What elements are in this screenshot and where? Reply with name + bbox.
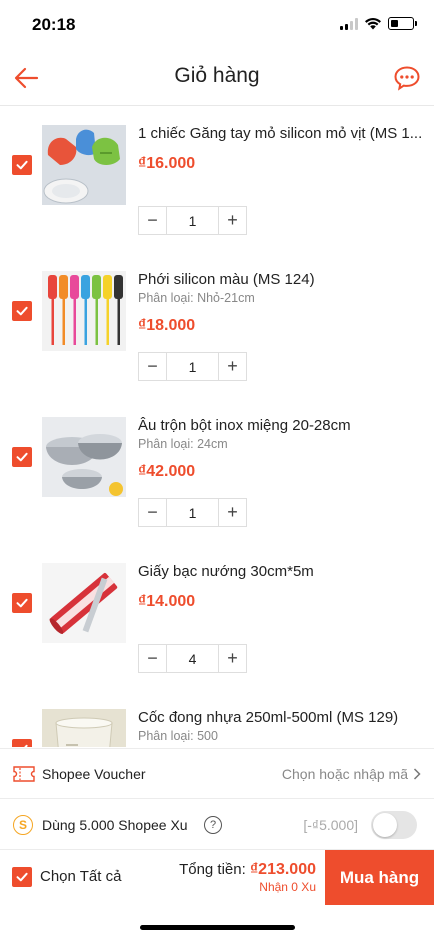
item-checkbox[interactable]: [12, 447, 32, 467]
chat-icon: [394, 66, 420, 91]
chevron-right-icon: [413, 768, 421, 780]
decrease-quantity-button[interactable]: −: [139, 353, 166, 380]
page-title: Giỏ hàng: [174, 64, 260, 87]
coins-label: Dùng 5.000 Shopee Xu: [42, 817, 188, 833]
total-price: Tổng tiền: ₫213.000: [179, 861, 316, 879]
product-image-silicone-gloves[interactable]: [42, 125, 126, 205]
quantity-value[interactable]: 1: [166, 207, 219, 234]
total-amount: ₫213.000: [249, 861, 316, 878]
buy-button[interactable]: Mua hàng: [325, 850, 434, 905]
item-checkbox[interactable]: [12, 155, 32, 175]
product-image-steel-mixing-bowls[interactable]: [42, 417, 126, 497]
item-price: ₫18.000: [138, 317, 196, 334]
increase-quantity-button[interactable]: +: [219, 499, 246, 526]
battery-icon: [388, 17, 417, 30]
decrease-quantity-button[interactable]: −: [139, 645, 166, 672]
check-icon: [16, 872, 28, 882]
quantity-stepper: − 1 +: [138, 498, 247, 527]
item-variant[interactable]: Phân loại: Nhỏ-21cm: [138, 291, 255, 305]
voucher-ticket-icon: [13, 766, 35, 782]
status-icons: [340, 17, 417, 30]
increase-quantity-button[interactable]: +: [219, 207, 246, 234]
item-title[interactable]: Phới silicon màu (MS 124): [138, 271, 426, 288]
wifi-icon: [365, 17, 381, 30]
help-icon[interactable]: ?: [204, 816, 222, 834]
coins-discount: [-₫5.000]: [303, 817, 358, 833]
check-icon: [24, 744, 28, 747]
check-icon: [16, 306, 28, 316]
item-title[interactable]: Giấy bạc nướng 30cm*5m: [138, 563, 426, 580]
shopee-coins-row: S Dùng 5.000 Shopee Xu ? [-₫5.000]: [0, 800, 434, 850]
shopee-voucher-row[interactable]: Shopee Voucher Chọn hoặc nhập mã: [0, 748, 434, 799]
shopee-coin-icon: S: [13, 815, 33, 835]
select-all-label[interactable]: Chọn Tất cả: [40, 868, 121, 885]
voucher-label: Shopee Voucher: [42, 766, 146, 782]
item-title[interactable]: Âu trộn bột inox miệng 20-28cm: [138, 417, 426, 434]
item-checkbox[interactable]: [12, 301, 32, 321]
quantity-stepper: − 1 +: [138, 206, 247, 235]
cart-item[interactable]: 1 chiếc Găng tay mỏ silicon mỏ vịt (MS 1…: [0, 107, 434, 253]
increase-quantity-button[interactable]: +: [219, 645, 246, 672]
cart-item[interactable]: Âu trộn bột inox miệng 20-28cm Phân loại…: [0, 399, 434, 545]
item-checkbox[interactable]: [12, 593, 32, 613]
decrease-quantity-button[interactable]: −: [139, 499, 166, 526]
item-variant[interactable]: Phân loại: 24cm: [138, 437, 228, 451]
check-icon: [16, 452, 28, 462]
item-title[interactable]: 1 chiếc Găng tay mỏ silicon mỏ vịt (MS 1…: [138, 125, 426, 142]
status-bar: 20:18: [0, 0, 434, 50]
product-image-silicone-spatulas[interactable]: [42, 271, 126, 351]
coins-earned: Nhận 0 Xu: [259, 880, 316, 894]
quantity-stepper: − 4 +: [138, 644, 247, 673]
item-variant[interactable]: Phân loại: 500: [138, 729, 218, 743]
quantity-value[interactable]: 4: [166, 645, 219, 672]
item-price: ₫42.000: [138, 463, 196, 480]
item-price: ₫16.000: [138, 155, 196, 172]
quantity-value[interactable]: 1: [166, 499, 219, 526]
decrease-quantity-button[interactable]: −: [139, 207, 166, 234]
cart-item[interactable]: Phới silicon màu (MS 124) Phân loại: Nhỏ…: [0, 253, 434, 399]
status-time: 20:18: [32, 15, 76, 34]
quantity-value[interactable]: 1: [166, 353, 219, 380]
cart-item[interactable]: Cốc đong nhựa 250ml-500ml (MS 129) Phân …: [0, 691, 434, 747]
item-price: ₫14.000: [138, 593, 196, 610]
chat-button[interactable]: [392, 63, 422, 93]
check-icon: [16, 160, 28, 170]
cart-item[interactable]: Giấy bạc nướng 30cm*5m ₫14.000 − 4 +: [0, 545, 434, 691]
toggle-knob: [373, 813, 397, 837]
item-title[interactable]: Cốc đong nhựa 250ml-500ml (MS 129): [138, 709, 426, 726]
home-indicator[interactable]: [140, 925, 295, 930]
quantity-stepper: − 1 +: [138, 352, 247, 381]
cellular-signal-icon: [340, 17, 358, 30]
checkout-bar: Chọn Tất cả Tổng tiền: ₫213.000 Nhận 0 X…: [0, 850, 434, 905]
total-label: Tổng tiền:: [179, 861, 246, 878]
check-icon: [16, 598, 28, 608]
item-checkbox[interactable]: [12, 739, 32, 747]
select-all-checkbox[interactable]: [12, 867, 32, 887]
voucher-select-link[interactable]: Chọn hoặc nhập mã: [282, 766, 408, 782]
product-image-measuring-cup[interactable]: [42, 709, 126, 747]
increase-quantity-button[interactable]: +: [219, 353, 246, 380]
header: Giỏ hàng: [0, 50, 434, 106]
cart-list[interactable]: 1 chiếc Găng tay mỏ silicon mỏ vịt (MS 1…: [0, 107, 434, 747]
product-image-aluminum-foil[interactable]: [42, 563, 126, 643]
coins-toggle[interactable]: [371, 811, 417, 839]
